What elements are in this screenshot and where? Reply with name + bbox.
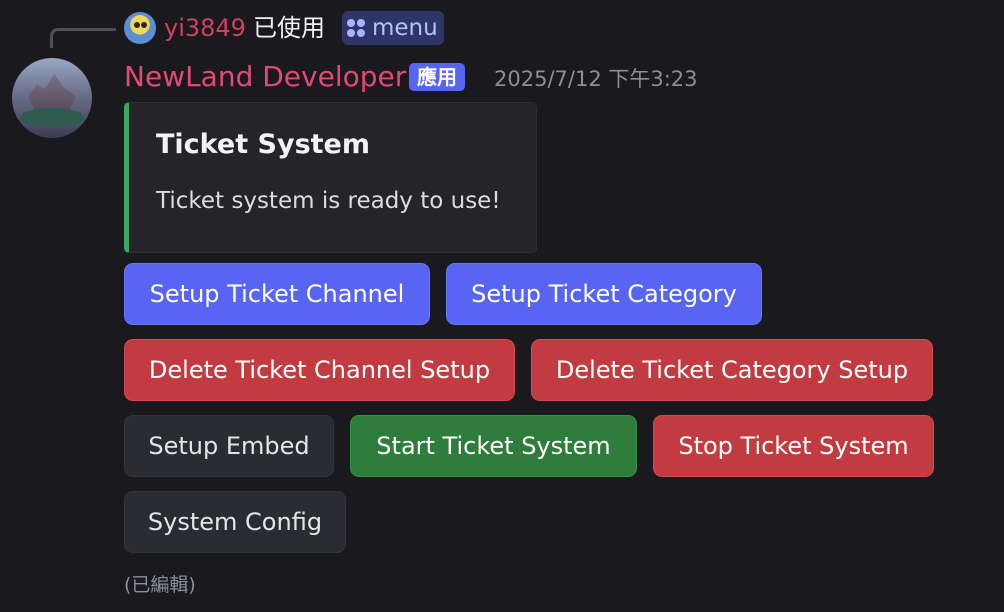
message-container: yi3849 已使用 menu NewLand Developer 應用 202… [0, 0, 1004, 612]
reply-spine [50, 28, 116, 48]
embed-title: Ticket System [156, 129, 370, 160]
avatar-eye [141, 22, 147, 28]
author-avatar[interactable] [12, 58, 92, 138]
message-timestamp[interactable]: 2025/7/12 下午3:23 [494, 65, 698, 93]
stop-ticket-system-button[interactable]: Stop Ticket System [653, 415, 934, 477]
edited-label: (已編輯) [124, 574, 196, 596]
setup-ticket-channel-button[interactable]: Setup Ticket Channel [124, 263, 430, 325]
command-mention[interactable]: menu [342, 11, 444, 45]
avatar-island-shape [20, 108, 84, 126]
avatar-eye [134, 22, 140, 28]
embed-description: Ticket system is ready to use! [156, 188, 501, 214]
slash-command-icon [346, 18, 366, 38]
reply-used-text: 已使用 [253, 14, 325, 42]
reply-context[interactable]: yi3849 已使用 menu [0, 8, 1004, 48]
start-ticket-system-button[interactable]: Start Ticket System [350, 415, 637, 477]
system-config-button[interactable]: System Config [124, 491, 346, 553]
delete-ticket-category-setup-button[interactable]: Delete Ticket Category Setup [531, 339, 933, 401]
spongebob-avatar-icon[interactable] [124, 12, 156, 44]
embed-card: Ticket System Ticket system is ready to … [124, 102, 537, 253]
delete-ticket-channel-setup-button[interactable]: Delete Ticket Channel Setup [124, 339, 515, 401]
command-name: menu [372, 15, 438, 41]
reply-username[interactable]: yi3849 [164, 12, 246, 44]
author-name[interactable]: NewLand Developer [124, 58, 406, 96]
app-badge: 應用 [409, 63, 465, 91]
setup-embed-button[interactable]: Setup Embed [124, 415, 334, 477]
setup-ticket-category-button[interactable]: Setup Ticket Category [446, 263, 762, 325]
